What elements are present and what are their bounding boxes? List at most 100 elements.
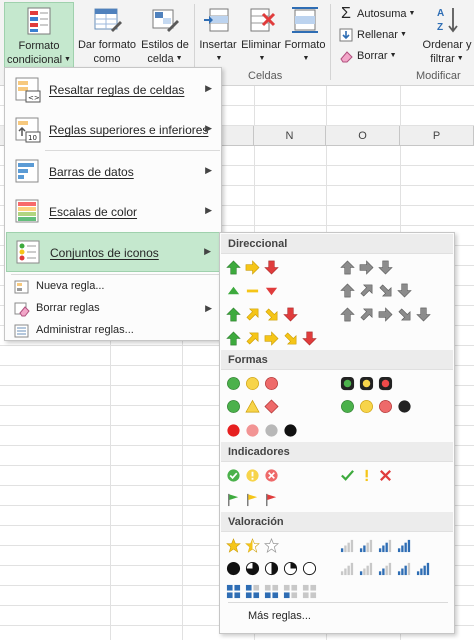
icon-sets-icon — [16, 240, 40, 264]
yellow-circle-icon — [360, 399, 373, 413]
red-circle-icon — [265, 376, 278, 390]
icon-set-red-to-black[interactable] — [226, 419, 298, 441]
arrow-down-icon — [416, 307, 431, 321]
column-header-n[interactable]: N — [254, 126, 326, 146]
icon-set-4-arrows-gray[interactable] — [340, 279, 412, 301]
menu-item-label: Escalas de color — [49, 205, 138, 219]
editing-group-label: Modificar — [416, 70, 461, 82]
signal-bars-0-icon — [340, 562, 354, 575]
submenu-arrow-icon: ▶ — [205, 83, 212, 93]
triangle-down-icon — [265, 287, 278, 295]
signal-bars-3-icon — [378, 539, 392, 552]
icon-set-5-ratings[interactable] — [340, 557, 431, 579]
svg-text:A: A — [437, 8, 444, 19]
submenu-arrow-icon: ▶ — [205, 165, 212, 175]
eraser-icon — [340, 51, 353, 63]
boxes-0-icon — [302, 584, 317, 598]
yellow-flag-icon — [247, 493, 258, 506]
boxes-1-icon — [283, 584, 298, 598]
menu-item-new-rule[interactable]: Nueva regla... — [6, 276, 220, 298]
green-circle-icon — [227, 376, 240, 390]
conditional-format-label-1: Formato — [18, 40, 60, 52]
arrow-up-icon — [226, 307, 241, 321]
icon-set-3-stars[interactable] — [226, 534, 279, 556]
arrow-up-icon — [340, 260, 355, 274]
cells-group-label: Celdas — [248, 70, 283, 82]
insert-cells-button[interactable]: Insertar ▼ — [198, 2, 238, 68]
x-circle-icon — [265, 468, 278, 482]
sigma-icon: Σ — [341, 5, 351, 23]
section-header-shapes: Formas — [221, 350, 453, 370]
icon-set-4-ratings[interactable] — [340, 534, 412, 556]
menu-item-label: Borrar reglas — [36, 302, 100, 314]
arrow-down-icon — [378, 260, 393, 274]
clear-rules-icon — [14, 302, 30, 317]
icon-set-3-signs[interactable] — [226, 395, 279, 417]
menu-item-label: Nueva regla... — [36, 280, 105, 292]
boxes-2-icon — [264, 584, 279, 598]
column-header-o[interactable]: O — [326, 126, 400, 146]
icon-set-3-traffic-lights-rimmed[interactable] — [340, 372, 393, 394]
menu-item-top-bottom-rules[interactable]: 10 Reglas superiores e inferiores ▶ — [6, 110, 220, 150]
icon-set-5-boxes[interactable] — [226, 580, 317, 602]
cell-styles-icon — [152, 9, 179, 32]
half-star-icon — [245, 537, 260, 553]
format-cells-label: Formato — [284, 39, 326, 51]
menu-item-highlight-rules[interactable]: <> Resaltar reglas de celdas ▶ — [6, 70, 220, 110]
format-cells-caret: ▼ — [302, 55, 310, 63]
insert-cells-caret: ▼ — [215, 55, 223, 63]
sort-filter-button[interactable]: A Z Ordenar y filtrar ▼ — [420, 2, 474, 68]
column-header-p[interactable]: P — [400, 126, 474, 146]
more-rules-link[interactable]: Más reglas... — [248, 610, 311, 622]
check-circle-icon — [227, 468, 240, 482]
icon-set-5-arrows-colored[interactable] — [226, 327, 317, 349]
icon-set-3-flags[interactable] — [226, 488, 279, 510]
clear-button[interactable]: Borrar ▼ — [338, 46, 397, 66]
icon-set-3-arrows-gray[interactable] — [340, 256, 393, 278]
icon-set-3-triangles[interactable] — [226, 279, 279, 301]
fill-button[interactable]: Rellenar ▼ — [338, 25, 407, 45]
icon-set-3-arrows-colored[interactable] — [226, 256, 279, 278]
icon-set-3-symbols[interactable] — [340, 464, 393, 486]
menu-item-icon-sets[interactable]: Conjuntos de iconos ▶ — [6, 232, 220, 272]
exclamation-icon — [365, 469, 368, 481]
menu-item-clear-rules[interactable]: Borrar reglas ▶ — [6, 298, 220, 320]
highlight-rules-icon: <> — [15, 77, 41, 103]
format-cells-button[interactable]: Formato ▼ — [283, 2, 327, 68]
menu-item-manage-rules[interactable]: Administrar reglas... — [6, 320, 220, 342]
section-header-ratings: Valoración — [221, 512, 453, 532]
icon-set-3-traffic-lights[interactable] — [226, 372, 279, 394]
cell-styles-button[interactable]: Estilos de celda ▼ — [140, 2, 190, 68]
icon-set-4-arrows-colored[interactable] — [226, 303, 298, 325]
menu-separator — [11, 274, 219, 275]
full-circle-icon — [226, 561, 241, 575]
top-bottom-rules-icon: 10 — [15, 117, 41, 143]
icon-set-3-symbols-circled[interactable] — [226, 464, 279, 486]
icon-set-5-quarters[interactable] — [226, 557, 317, 579]
conditional-format-menu: <> Resaltar reglas de celdas ▶ 10 Reglas… — [4, 67, 222, 341]
boxes-4-icon — [226, 584, 241, 598]
menu-item-color-scales[interactable]: Escalas de color ▶ — [6, 192, 220, 232]
format-as-table-button[interactable]: Dar formato como tabla▼ — [76, 2, 138, 79]
arrow-right-icon — [245, 259, 260, 275]
full-star-icon — [226, 537, 241, 553]
icon-set-4-traffic-lights[interactable] — [340, 395, 412, 417]
exclamation-circle-icon — [246, 468, 259, 482]
autosum-button[interactable]: Σ Autosuma ▼ — [338, 4, 415, 24]
arrow-right-icon — [378, 306, 393, 322]
check-icon — [341, 469, 354, 481]
conditional-format-button[interactable]: Formato condicional ▼ — [4, 2, 74, 68]
svg-text:<>: <> — [28, 94, 40, 102]
arrow-down-right-icon — [379, 283, 392, 296]
icon-set-5-arrows-gray[interactable] — [340, 303, 431, 325]
arrow-down-icon — [397, 283, 412, 297]
menu-item-label: Resaltar reglas de celdas — [49, 83, 185, 97]
insert-cells-label: Insertar — [199, 39, 237, 51]
signal-bars-4-icon — [397, 539, 411, 552]
arrow-down-right-icon — [284, 331, 297, 344]
delete-cells-button[interactable]: Eliminar ▼ — [240, 2, 282, 68]
data-bars-icon — [15, 159, 39, 183]
menu-item-data-bars[interactable]: Barras de datos ▶ — [6, 152, 220, 192]
arrow-down-right-icon — [398, 307, 411, 320]
format-cells-icon — [292, 7, 318, 33]
